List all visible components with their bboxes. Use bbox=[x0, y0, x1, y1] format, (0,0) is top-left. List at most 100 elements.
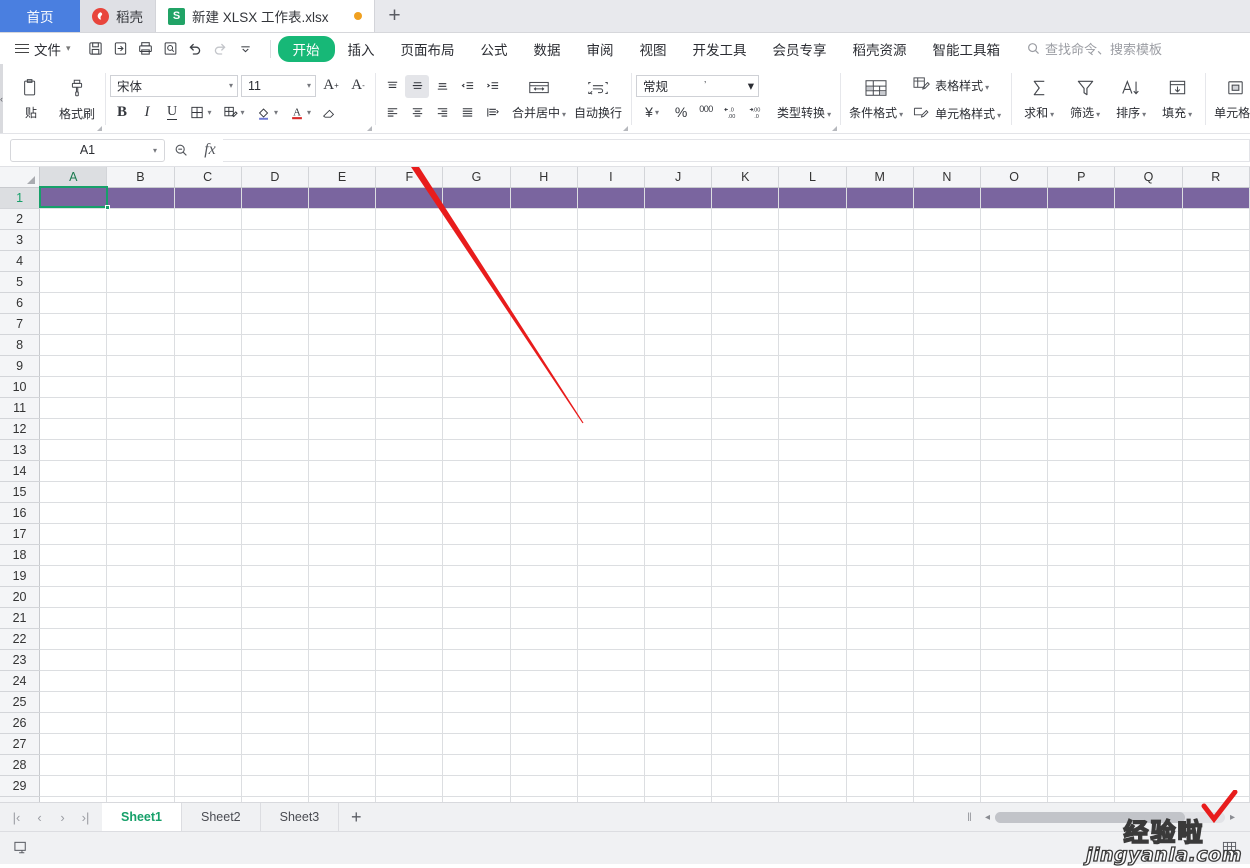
cell-N13[interactable] bbox=[913, 439, 982, 461]
alignment-dialog-launcher[interactable] bbox=[623, 126, 629, 131]
cell-M18[interactable] bbox=[846, 544, 914, 566]
cell-L24[interactable] bbox=[778, 670, 847, 692]
cell-R22[interactable] bbox=[1182, 628, 1250, 650]
row-header-19[interactable]: 19 bbox=[0, 565, 41, 587]
row-header-9[interactable]: 9 bbox=[0, 355, 41, 377]
cell-Q4[interactable] bbox=[1114, 250, 1183, 272]
cell-K26[interactable] bbox=[711, 712, 780, 734]
cell-R26[interactable] bbox=[1182, 712, 1250, 734]
cell-R10[interactable] bbox=[1182, 376, 1250, 398]
cell-O20[interactable] bbox=[980, 586, 1049, 608]
cell-M26[interactable] bbox=[846, 712, 914, 734]
cell-N20[interactable] bbox=[913, 586, 982, 608]
cell-Q1[interactable] bbox=[1114, 187, 1183, 209]
cell-F10[interactable] bbox=[375, 376, 444, 398]
cell-C26[interactable] bbox=[174, 712, 242, 734]
cell-E1[interactable] bbox=[308, 187, 377, 209]
cell-M12[interactable] bbox=[846, 418, 914, 440]
cell-R7[interactable] bbox=[1182, 313, 1250, 335]
row-header-1[interactable]: 1 bbox=[0, 187, 41, 209]
cell-L2[interactable] bbox=[778, 208, 847, 230]
cell-O30[interactable] bbox=[980, 796, 1049, 802]
cell-A3[interactable] bbox=[39, 229, 108, 251]
cell-F30[interactable] bbox=[375, 796, 444, 802]
cell-O25[interactable] bbox=[980, 691, 1049, 713]
scroll-right-arrow-icon[interactable]: ▸ bbox=[1225, 812, 1240, 823]
cell-L19[interactable] bbox=[778, 565, 847, 587]
cell-O26[interactable] bbox=[980, 712, 1049, 734]
row-header-8[interactable]: 8 bbox=[0, 334, 41, 356]
cell-I29[interactable] bbox=[577, 775, 645, 797]
cell-B10[interactable] bbox=[106, 376, 175, 398]
row-header-15[interactable]: 15 bbox=[0, 481, 41, 503]
cell-C20[interactable] bbox=[174, 586, 242, 608]
clipboard-dialog-launcher[interactable] bbox=[97, 126, 102, 131]
cell-F5[interactable] bbox=[375, 271, 444, 293]
cell-N16[interactable] bbox=[913, 502, 982, 524]
cell-Q9[interactable] bbox=[1114, 355, 1183, 377]
sort-button[interactable]: 排序 ▾ bbox=[1108, 76, 1154, 123]
cell-R5[interactable] bbox=[1182, 271, 1250, 293]
cell-K1[interactable] bbox=[711, 187, 780, 209]
cell-B2[interactable] bbox=[106, 208, 175, 230]
cell-N23[interactable] bbox=[913, 649, 982, 671]
cell-O21[interactable] bbox=[980, 607, 1049, 629]
fill-color-button[interactable]: ▾ bbox=[251, 101, 283, 124]
cell-B12[interactable] bbox=[106, 418, 175, 440]
number-format-select[interactable]: 常规 ▾ bbox=[636, 74, 760, 97]
cell-B28[interactable] bbox=[106, 754, 175, 776]
cell-Q28[interactable] bbox=[1114, 754, 1183, 776]
cell-H1[interactable] bbox=[510, 187, 578, 209]
cell-B22[interactable] bbox=[106, 628, 175, 650]
column-header-a[interactable]: A bbox=[39, 167, 108, 188]
grid-view-icon[interactable] bbox=[1218, 838, 1240, 858]
cell-H27[interactable] bbox=[510, 733, 578, 755]
cell-E25[interactable] bbox=[308, 691, 377, 713]
cell-M24[interactable] bbox=[846, 670, 914, 692]
cell-O22[interactable] bbox=[980, 628, 1049, 650]
row-header-24[interactable]: 24 bbox=[0, 670, 41, 692]
cell-A15[interactable] bbox=[39, 481, 108, 503]
cell-N26[interactable] bbox=[913, 712, 982, 734]
cell-H28[interactable] bbox=[510, 754, 578, 776]
tab-docer[interactable]: 稻壳 bbox=[80, 0, 156, 32]
cell-H5[interactable] bbox=[510, 271, 578, 293]
cell-I6[interactable] bbox=[577, 292, 645, 314]
column-header-f[interactable]: F bbox=[375, 167, 444, 188]
cell-M22[interactable] bbox=[846, 628, 914, 650]
cell-M4[interactable] bbox=[846, 250, 914, 272]
cell-I30[interactable] bbox=[577, 796, 645, 802]
cell-P16[interactable] bbox=[1047, 502, 1116, 524]
cell-P25[interactable] bbox=[1047, 691, 1116, 713]
cell-F9[interactable] bbox=[375, 355, 444, 377]
cell-P17[interactable] bbox=[1047, 523, 1116, 545]
cell-H7[interactable] bbox=[510, 313, 578, 335]
cell-D11[interactable] bbox=[241, 397, 309, 419]
currency-format-button[interactable]: ¥ ▾ bbox=[636, 101, 668, 124]
align-bottom-button[interactable] bbox=[430, 75, 454, 98]
column-header-c[interactable]: C bbox=[174, 167, 242, 188]
cell-D22[interactable] bbox=[241, 628, 309, 650]
cell-D26[interactable] bbox=[241, 712, 309, 734]
cell-G5[interactable] bbox=[442, 271, 511, 293]
cell-I12[interactable] bbox=[577, 418, 645, 440]
cell-O11[interactable] bbox=[980, 397, 1049, 419]
cell-B1[interactable] bbox=[106, 187, 175, 209]
cell-E5[interactable] bbox=[308, 271, 377, 293]
tab-home[interactable]: 首页 bbox=[0, 0, 80, 32]
cell-J29[interactable] bbox=[644, 775, 713, 797]
ribbon-tab-view[interactable]: 视图 bbox=[627, 36, 680, 62]
cell-N4[interactable] bbox=[913, 250, 982, 272]
cell-M21[interactable] bbox=[846, 607, 914, 629]
first-sheet-button[interactable]: |‹ bbox=[6, 807, 27, 828]
cell-C12[interactable] bbox=[174, 418, 242, 440]
row-header-7[interactable]: 7 bbox=[0, 313, 41, 335]
cell-G11[interactable] bbox=[442, 397, 511, 419]
cell-B18[interactable] bbox=[106, 544, 175, 566]
cell-I22[interactable] bbox=[577, 628, 645, 650]
cell-K5[interactable] bbox=[711, 271, 780, 293]
cell-J15[interactable] bbox=[644, 481, 713, 503]
cell-A30[interactable] bbox=[39, 796, 108, 802]
cell-D23[interactable] bbox=[241, 649, 309, 671]
cell-R28[interactable] bbox=[1182, 754, 1250, 776]
